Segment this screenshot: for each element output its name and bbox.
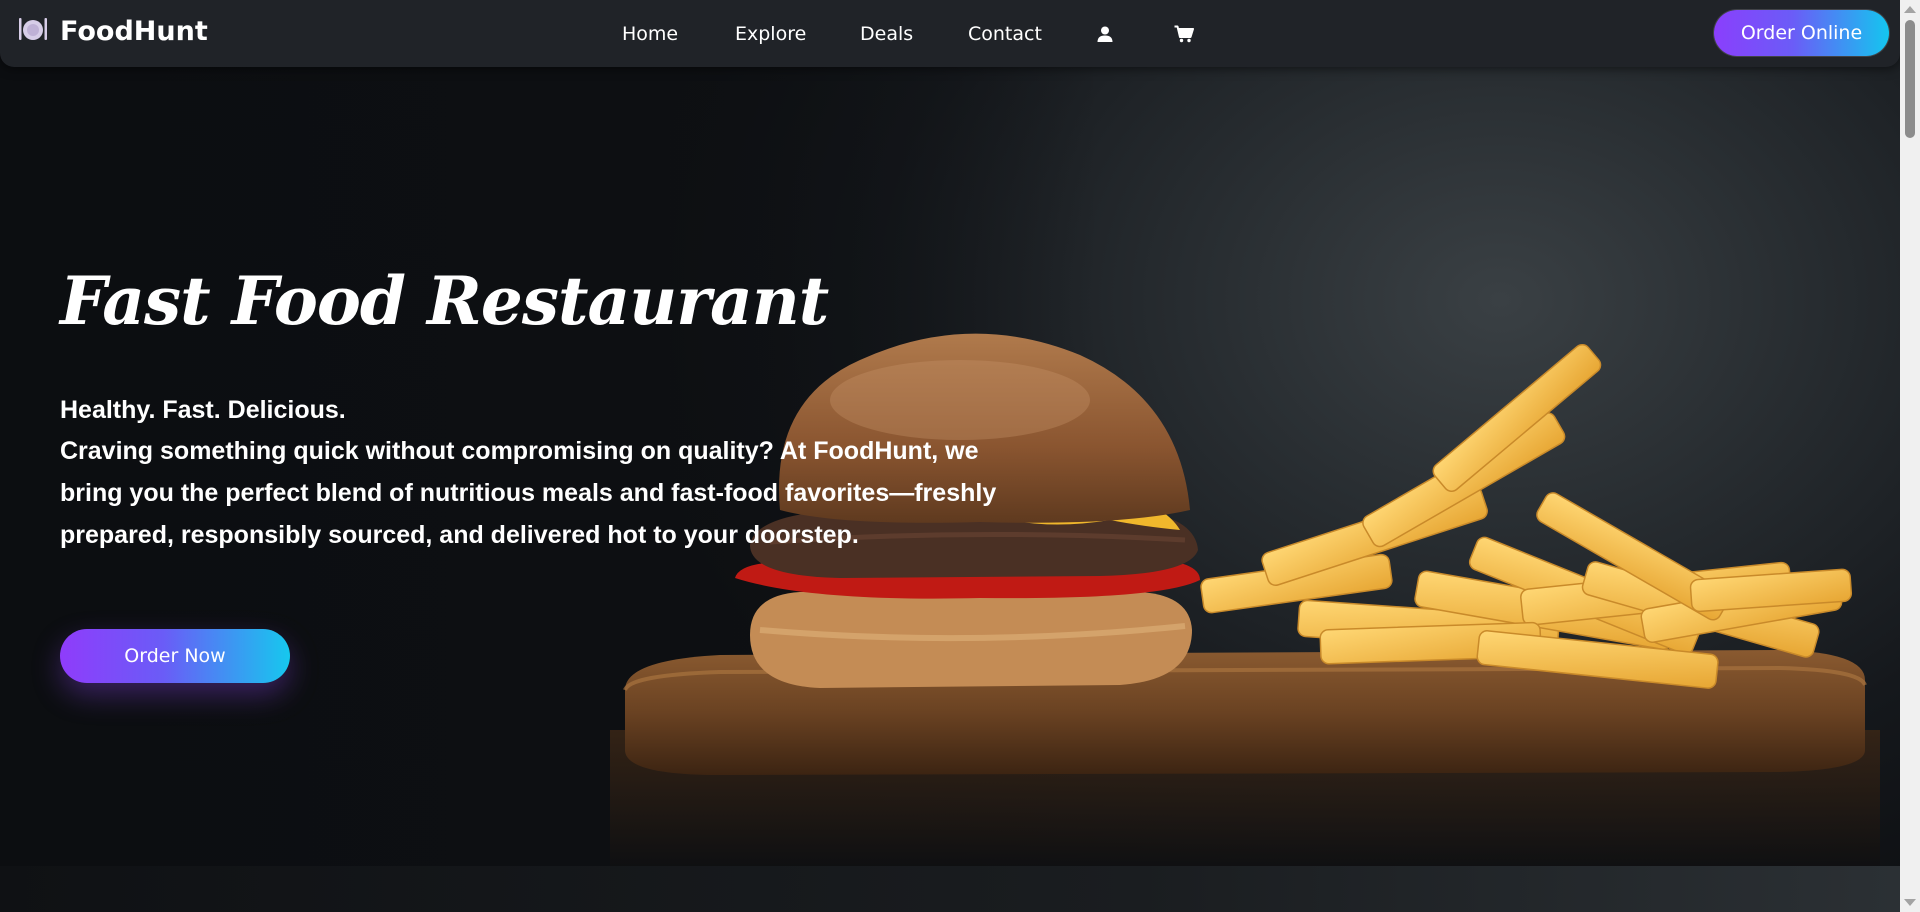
user-icon[interactable] bbox=[1096, 25, 1114, 43]
nav-link-home[interactable]: Home bbox=[622, 23, 678, 45]
nav-link-deals[interactable]: Deals bbox=[860, 23, 913, 45]
nav-link-contact[interactable]: Contact bbox=[968, 23, 1042, 45]
nav-link-explore[interactable]: Explore bbox=[735, 23, 806, 45]
scroll-down-arrow-icon[interactable] bbox=[1904, 899, 1916, 906]
scroll-thumb[interactable] bbox=[1905, 20, 1915, 138]
hero-description: Craving something quick without compromi… bbox=[60, 437, 997, 549]
hero-food-image bbox=[610, 333, 1880, 870]
hero-title: Fast Food Restaurant bbox=[60, 262, 829, 340]
hero-tagline: Healthy. Fast. Delicious. bbox=[60, 396, 346, 424]
cart-icon[interactable] bbox=[1174, 25, 1194, 43]
dinner-plate-icon bbox=[18, 14, 48, 49]
brand-name: FoodHunt bbox=[60, 16, 208, 47]
order-now-button[interactable]: Order Now bbox=[60, 629, 290, 683]
order-online-button[interactable]: Order Online bbox=[1714, 10, 1889, 56]
top-navbar: FoodHunt Home Explore Deals Contact Orde… bbox=[0, 0, 1900, 67]
scroll-up-arrow-icon[interactable] bbox=[1904, 6, 1916, 13]
next-section-edge bbox=[0, 866, 1900, 912]
brand[interactable]: FoodHunt bbox=[18, 14, 208, 49]
page-scrollbar[interactable] bbox=[1900, 0, 1920, 912]
